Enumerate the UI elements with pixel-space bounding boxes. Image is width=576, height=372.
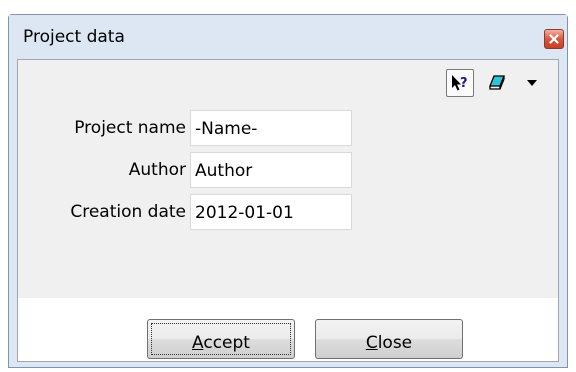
button-panel: Accept Close [18,298,558,361]
context-help-icon: ? [452,75,468,91]
accept-button[interactable]: Accept [147,319,295,359]
project-name-field[interactable]: -Name- [190,110,352,146]
close-button-label: lose [377,333,413,353]
accept-button-label: ccept [203,333,250,353]
svg-text:?: ? [460,76,468,91]
close-icon [549,34,559,44]
toolbar-menu-button[interactable] [522,69,542,97]
dropdown-arrow-icon [527,80,537,86]
window-title: Project data [23,27,125,47]
creation-date-label: Creation date [70,202,186,222]
window-close-button[interactable] [544,29,564,49]
close-button[interactable]: Close [315,319,463,359]
project-name-label: Project name [74,118,186,138]
author-label: Author [128,160,186,180]
eraser-icon [489,75,505,90]
accept-button-mnemonic: A [192,333,204,353]
close-button-mnemonic: C [365,333,378,353]
author-field[interactable]: Author [190,152,352,188]
title-bar[interactable]: Project data [9,15,567,59]
creation-date-field[interactable]: 2012-01-01 [190,194,352,230]
context-help-button[interactable]: ? [446,69,474,97]
dialog-window: Project data ? Project name -Name- Autho… [8,14,568,368]
eraser-button[interactable] [484,69,510,97]
dialog-client-area: ? Project name -Name- Author Author Crea… [17,59,559,362]
